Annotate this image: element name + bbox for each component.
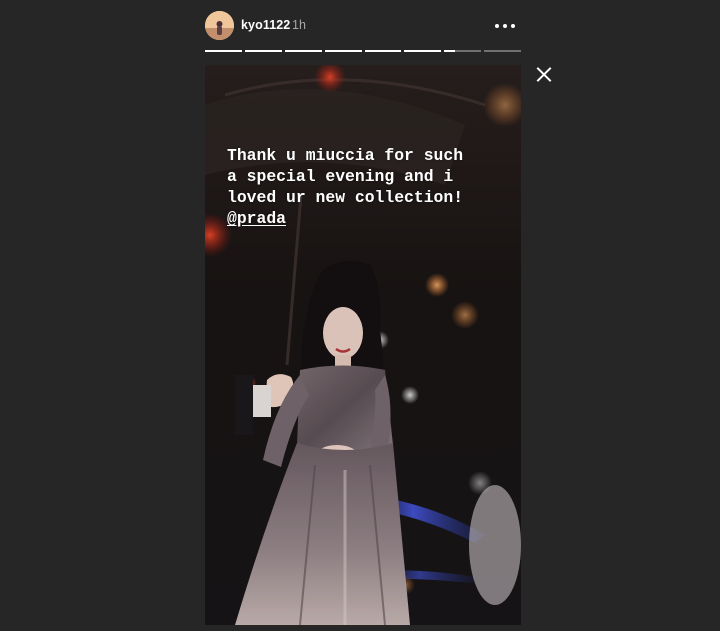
avatar-image (205, 11, 234, 40)
story-caption: Thank u miuccia for such a special eveni… (227, 145, 512, 229)
more-horizontal-icon-dot (495, 24, 499, 28)
progress-segment-fill (404, 50, 442, 52)
avatar[interactable] (205, 11, 234, 40)
story-media[interactable]: Thank u miuccia for such a special eveni… (205, 65, 521, 625)
close-icon[interactable] (536, 66, 553, 83)
progress-segment-fill (284, 50, 322, 52)
caption-line: loved ur new collection! (227, 188, 464, 207)
more-options-button[interactable] (493, 15, 517, 35)
progress-segment (205, 50, 242, 52)
progress-segment-fill (444, 50, 456, 52)
username-link[interactable]: kyo1122 (241, 18, 290, 32)
story-viewer: kyo1122 1h Thank u miuccia for such a sp… (0, 0, 720, 631)
progress-segment-fill (324, 50, 362, 52)
progress-segment (284, 50, 322, 52)
progress-segment (484, 50, 521, 52)
more-horizontal-icon-dot (511, 24, 515, 28)
progress-segment (404, 50, 442, 52)
story-header: kyo1122 1h (205, 11, 521, 41)
story-progress-bar (205, 50, 521, 52)
mention-link[interactable]: @prada (227, 209, 286, 228)
progress-segment (324, 50, 362, 52)
caption-line: a special evening and i (227, 167, 454, 186)
progress-segment (364, 50, 402, 52)
progress-segment (244, 50, 282, 52)
progress-segment-fill (205, 50, 242, 52)
more-horizontal-icon-dot (503, 24, 507, 28)
progress-segment-fill (364, 50, 402, 52)
progress-segment (444, 50, 482, 52)
progress-segment-fill (244, 50, 282, 52)
post-time: 1h (292, 18, 306, 32)
caption-line: Thank u miuccia for such (227, 146, 464, 165)
